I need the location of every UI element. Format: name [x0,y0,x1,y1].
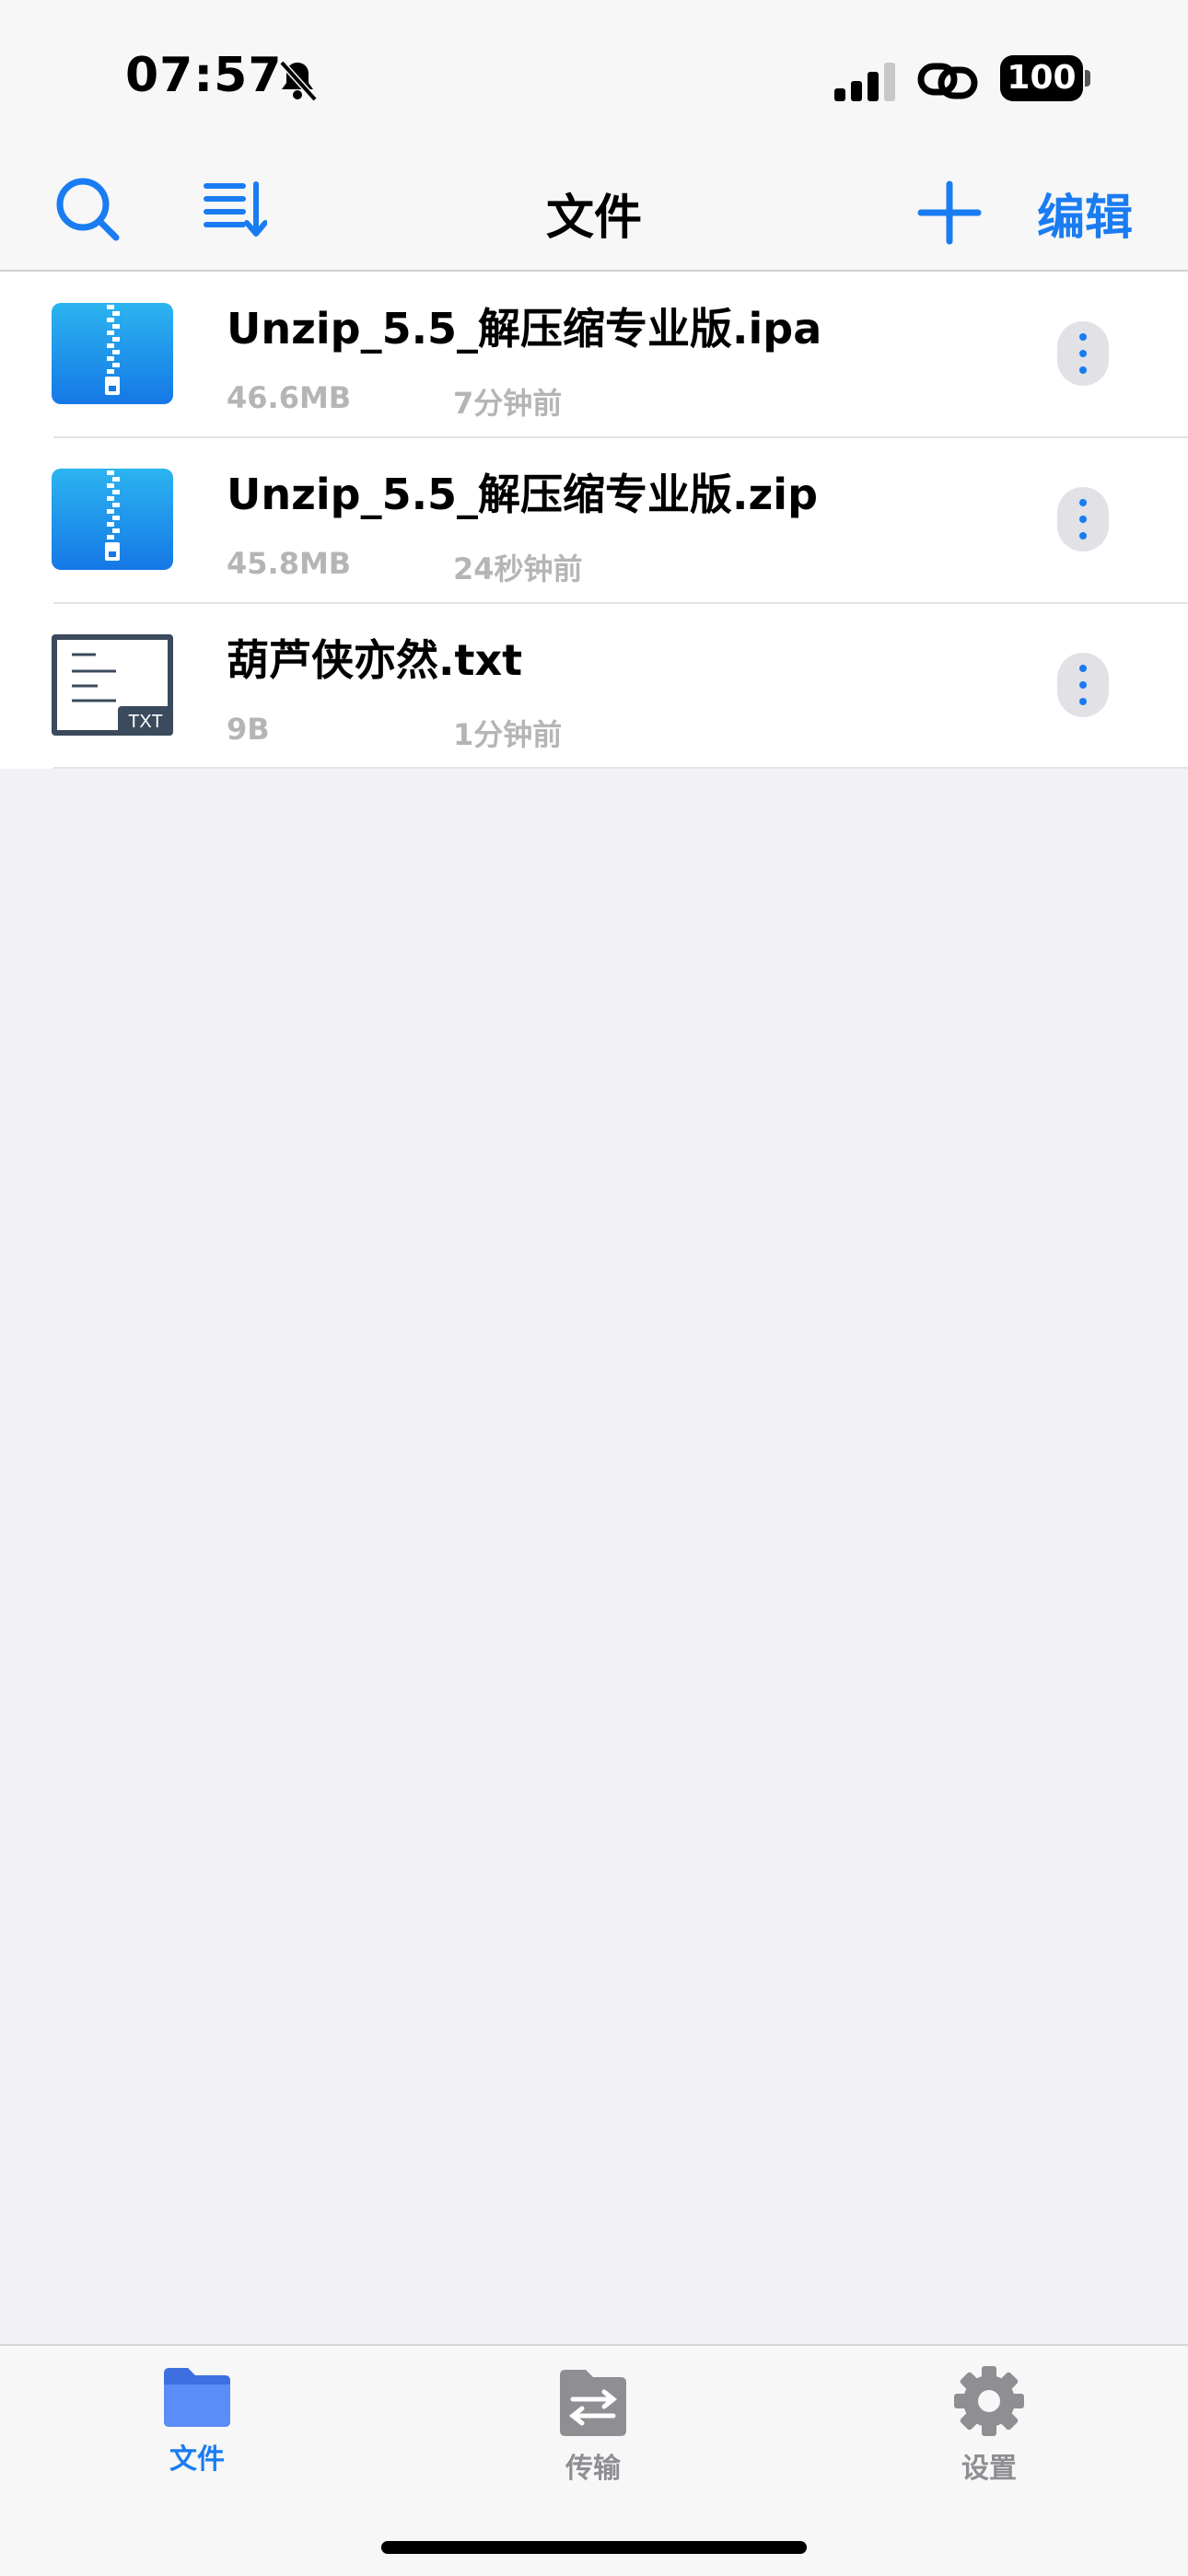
file-row[interactable]: TXT 葫芦侠亦然.txt 9B 1分钟前 [0,602,1188,769]
zip-icon [52,303,173,404]
sort-icon[interactable] [203,180,267,239]
tab-files[interactable]: 文件 [96,2364,298,2502]
txt-icon: TXT [52,634,173,736]
file-row[interactable]: Unzip_5.5_解压缩专业版.ipa 46.6MB 7分钟前 [0,272,1188,437]
status-bar: 07:57 100 [0,0,1188,147]
zip-icon [52,469,173,570]
status-time: 07:57 [125,48,283,103]
file-row[interactable]: Unzip_5.5_解压缩专业版.zip 45.8MB 24秒钟前 [0,436,1188,603]
file-size: 45.8MB [227,546,352,581]
home-indicator [381,2541,807,2554]
file-modified-time: 1分钟前 [453,717,563,752]
tab-label: 文件 [169,2443,225,2476]
file-list: Unzip_5.5_解压缩专业版.ipa 46.6MB 7分钟前 Unzip_5… [0,272,1188,769]
file-name: Unzip_5.5_解压缩专业版.ipa [227,304,822,354]
gear-icon [954,2366,1024,2436]
edit-button[interactable]: 编辑 [1037,179,1133,248]
battery-indicator: 100 [1000,55,1083,101]
navigation-bar: 文件 编辑 [0,147,1188,272]
battery-cap [1085,70,1090,87]
file-name: Unzip_5.5_解压缩专业版.zip [227,470,819,519]
txt-badge: TXT [128,712,163,732]
tab-settings[interactable]: 设置 [888,2364,1090,2502]
tab-label: 传输 [565,2453,621,2485]
more-options-button[interactable] [1057,321,1109,386]
file-name: 葫芦侠亦然.txt [227,635,523,685]
transfer-icon [560,2370,626,2436]
page-title: 文件 [545,191,642,246]
bell-slash-icon [279,60,318,102]
tab-label: 设置 [961,2453,1017,2485]
add-icon[interactable] [917,180,982,245]
cellular-signal-icon [834,63,895,101]
file-size: 9B [227,712,270,747]
file-size: 46.6MB [227,380,352,415]
personal-hotspot-icon [917,63,978,99]
tab-transfer[interactable]: 传输 [492,2364,694,2502]
file-modified-time: 7分钟前 [453,386,563,421]
file-modified-time: 24秒钟前 [453,551,583,586]
search-icon[interactable] [53,175,122,243]
more-options-button[interactable] [1057,487,1109,551]
more-options-button[interactable] [1057,653,1109,717]
folder-icon [164,2368,230,2427]
